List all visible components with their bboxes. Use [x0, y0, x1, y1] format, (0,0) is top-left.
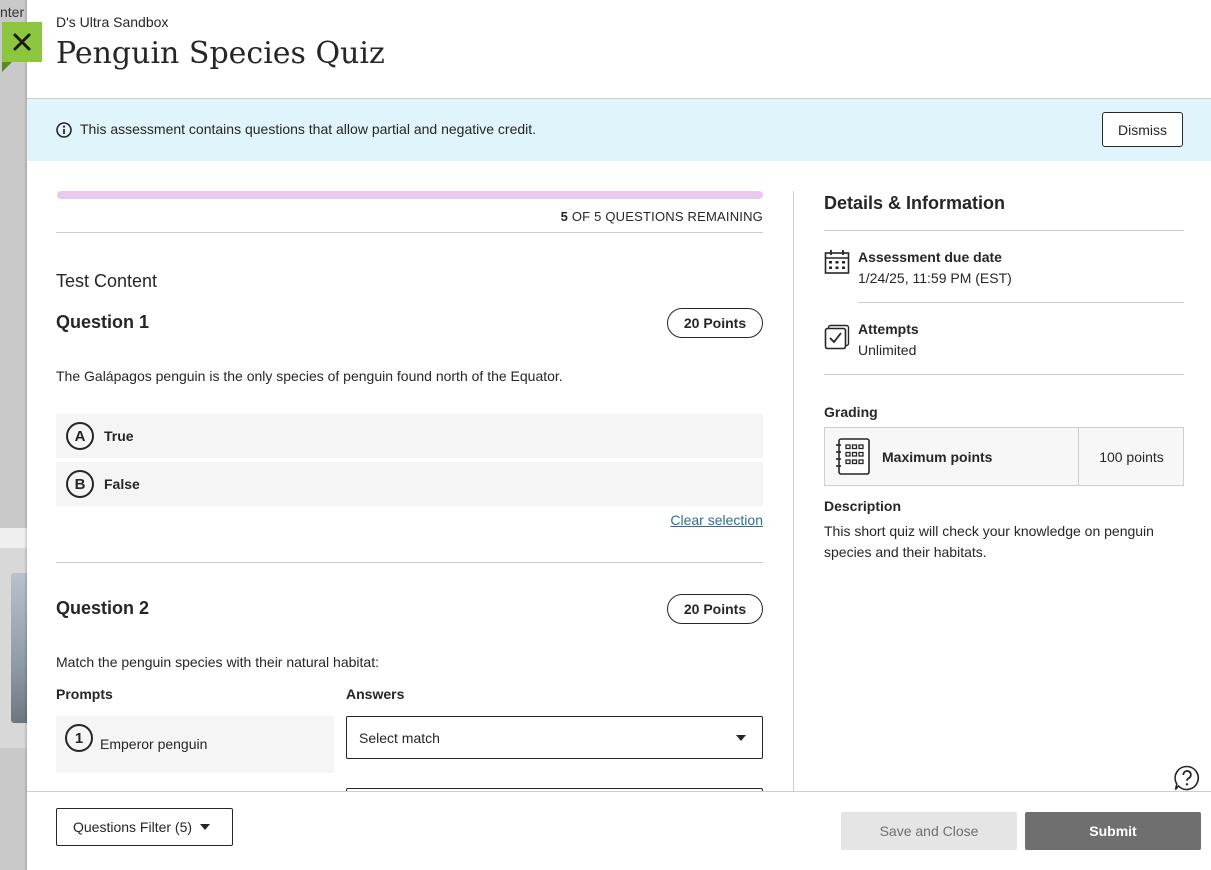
question-1-option-b[interactable]: B False: [56, 462, 763, 506]
grading-label: Grading: [824, 404, 878, 420]
question-2-title: Question 2: [56, 598, 150, 618]
questions-filter-label: Questions Filter (5): [73, 819, 193, 835]
grading-item-label: Maximum points: [882, 449, 993, 465]
question-2-text: Match the penguin species with their nat…: [56, 654, 379, 670]
option-label: False: [104, 476, 140, 492]
answers-header: Answers: [346, 686, 405, 702]
submit-button[interactable]: Submit: [1025, 812, 1201, 850]
prompt-number: 1: [65, 724, 93, 752]
assessment-panel: D's Ultra Sandbox Penguin Species Quiz T…: [27, 0, 1211, 870]
column-divider: [793, 191, 794, 791]
questions-filter-button[interactable]: Questions Filter (5): [56, 808, 233, 846]
question-1-option-a[interactable]: A True: [56, 414, 763, 458]
progress-bar: [57, 191, 763, 199]
divider: [824, 374, 1184, 375]
prompt-label: Emperor penguin: [100, 736, 208, 752]
remaining-count: 5: [560, 209, 569, 224]
question-1-title: Question 1: [56, 312, 150, 332]
divider: [56, 232, 763, 233]
dismiss-button[interactable]: Dismiss: [1102, 112, 1183, 147]
attempts-value: Unlimited: [858, 342, 917, 358]
details-title: Details & Information: [824, 193, 1006, 213]
remaining-text: OF 5 QUESTIONS REMAINING: [568, 209, 763, 224]
clear-selection-link[interactable]: Clear selection: [627, 512, 763, 528]
panel-footer: Questions Filter (5) Save and Close Subm…: [27, 791, 1211, 870]
description-label: Description: [824, 498, 902, 514]
chevron-down-icon: [200, 824, 211, 830]
content-area[interactable]: 5 OF 5 QUESTIONS REMAINING Test Content …: [27, 161, 1211, 791]
question-1-text: The Galápagos penguin is the only specie…: [56, 368, 563, 384]
info-icon: [56, 122, 72, 138]
page-title: Penguin Species Quiz: [56, 36, 385, 71]
checkbox-icon: [824, 324, 850, 350]
due-date-value: 1/24/25, 11:59 PM (EST): [858, 270, 1012, 286]
close-icon: [13, 33, 31, 51]
questions-remaining: 5 OF 5 QUESTIONS REMAINING: [57, 209, 763, 224]
save-and-close-button[interactable]: Save and Close: [841, 812, 1017, 850]
background-page: nter: [0, 0, 27, 870]
panel-header: D's Ultra Sandbox Penguin Species Quiz: [27, 0, 1211, 99]
question-1-points-badge: 20 Points: [667, 308, 763, 338]
due-date-label: Assessment due date: [858, 249, 1002, 265]
info-banner: This assessment contains questions that …: [27, 99, 1211, 161]
question-2-points-badge: 20 Points: [667, 594, 763, 624]
option-letter: A: [66, 422, 94, 450]
prompts-header: Prompts: [56, 686, 113, 702]
attempts-label: Attempts: [858, 321, 919, 337]
answer-select-value: Select match: [359, 730, 440, 746]
divider: [858, 302, 1184, 303]
course-name: D's Ultra Sandbox: [56, 14, 169, 30]
option-letter: B: [66, 470, 94, 498]
description-text: This short quiz will check your knowledg…: [824, 523, 1154, 560]
prompt-item: 1 Emperor penguin: [56, 716, 334, 773]
divider: [824, 230, 1184, 231]
calendar-icon: [824, 250, 850, 274]
gradebook-icon: [836, 438, 870, 475]
background-band: [0, 528, 27, 548]
grading-info: Maximum points 100 points: [824, 427, 1184, 486]
chevron-down-icon: [736, 735, 746, 741]
divider: [56, 562, 763, 563]
grading-item-value: 100 points: [1099, 449, 1164, 465]
background-page-text: nter: [0, 4, 25, 20]
close-panel-button[interactable]: [2, 22, 42, 72]
section-title: Test Content: [56, 271, 158, 291]
banner-message: This assessment contains questions that …: [80, 121, 537, 137]
answer-select[interactable]: Select match: [346, 716, 763, 759]
help-icon[interactable]: [1174, 765, 1200, 791]
option-label: True: [104, 428, 134, 444]
